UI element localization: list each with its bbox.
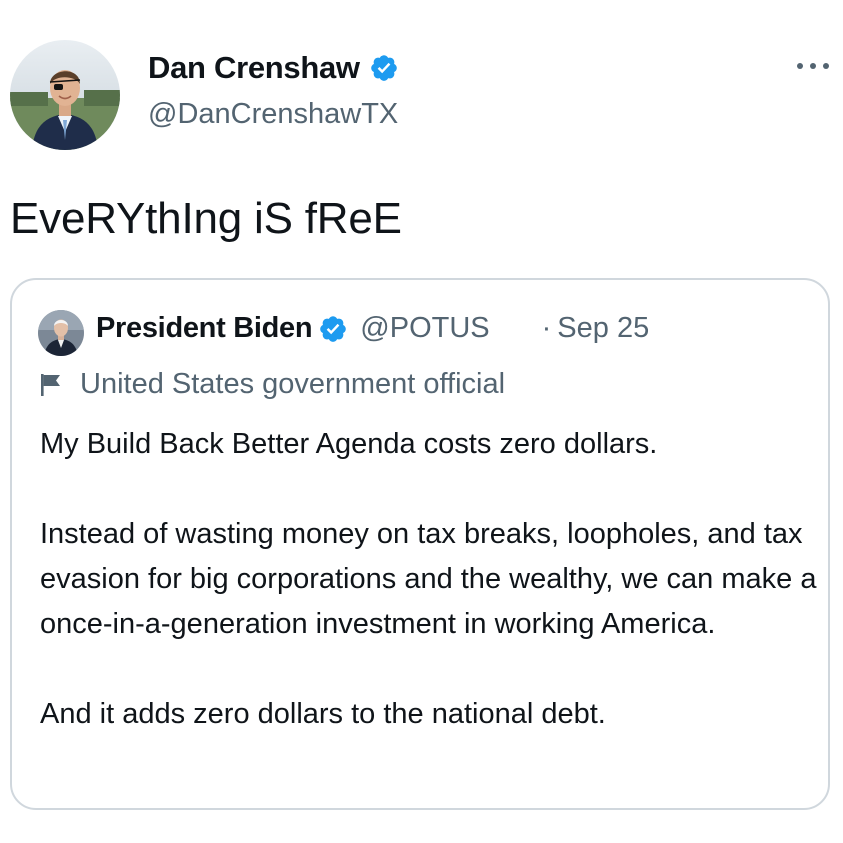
separator-dot: · (541, 312, 552, 344)
quoted-author-name[interactable]: President Biden (96, 312, 313, 345)
author-avatar-image (10, 40, 120, 150)
government-official-label[interactable]: United States government official (40, 368, 505, 401)
author-handle[interactable]: @DanCrenshawTX (148, 98, 398, 131)
quoted-tweet-date[interactable]: Sep 25 (557, 312, 649, 345)
author-avatar[interactable] (10, 40, 120, 150)
quoted-tweet-body: My Build Back Better Agenda costs zero d… (40, 422, 820, 737)
quoted-tweet-paragraph: Instead of wasting money on tax breaks, … (40, 518, 817, 640)
flag-icon (40, 372, 62, 398)
verified-badge-icon (318, 314, 348, 344)
quoted-tweet-header: President Biden @POTUS · Sep 25 (96, 312, 649, 345)
tweet-text: EveRYthIng iS fReE (10, 194, 402, 243)
verified-badge-icon (369, 53, 399, 83)
quoted-author-avatar-image (38, 310, 84, 356)
quoted-author-handle[interactable]: @POTUS (360, 312, 489, 345)
author-name[interactable]: Dan Crenshaw (148, 50, 360, 86)
quoted-author-avatar[interactable] (38, 310, 84, 356)
government-official-label-text: United States government official (80, 368, 506, 400)
quoted-tweet-paragraph: My Build Back Better Agenda costs zero d… (40, 428, 658, 460)
author-name-row[interactable]: Dan Crenshaw (148, 50, 399, 86)
quoted-tweet-paragraph: And it adds zero dollars to the national… (40, 698, 606, 730)
quoted-tweet-card[interactable]: President Biden @POTUS · Sep 25 United S… (10, 278, 830, 810)
more-options-icon[interactable] (793, 56, 833, 76)
